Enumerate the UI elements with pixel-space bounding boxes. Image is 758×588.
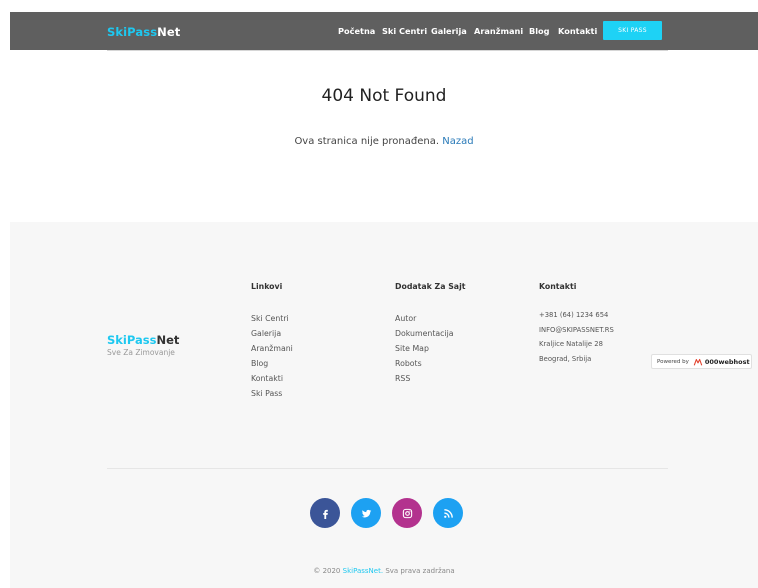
- nav-item-ski-centri[interactable]: Ski Centri: [382, 26, 427, 36]
- powered-by-label: Powered by: [657, 358, 689, 365]
- footer-heading-kontakti: Kontakti: [539, 282, 577, 291]
- ski-pass-button[interactable]: SKI PASS: [603, 21, 662, 40]
- footer-link-ski-pass[interactable]: Ski Pass: [251, 386, 293, 401]
- contact-phone: +381 (64) 1234 654: [539, 311, 609, 319]
- message-text: Ova stranica nije pronađena.: [294, 136, 440, 147]
- footer-link-autor[interactable]: Autor: [395, 311, 454, 326]
- logo-part-skipass: SkiPass: [107, 25, 158, 39]
- footer-extras-list: Autor Dokumentacija Site Map Robots RSS: [395, 311, 454, 386]
- nav-item-kontakti[interactable]: Kontakti: [558, 26, 597, 36]
- footer-link-blog[interactable]: Blog: [251, 356, 293, 371]
- footer-logo-part-net: Net: [156, 333, 180, 347]
- powered-by-badge[interactable]: Powered by 000webhost: [651, 354, 752, 369]
- footer-link-ski-centri[interactable]: Ski Centri: [251, 311, 293, 326]
- top-navbar: SkiPassNet Početna Ski Centri Galerija A…: [10, 12, 758, 50]
- footer-link-galerija[interactable]: Galerija: [251, 326, 293, 341]
- rss-icon: [443, 508, 453, 518]
- footer-link-aranzmani[interactable]: Aranžmani: [251, 341, 293, 356]
- facebook-icon: [322, 509, 328, 519]
- footer-logo-part-skipass: SkiPass: [107, 333, 157, 347]
- header-divider: [107, 50, 668, 51]
- footer-link-kontakti[interactable]: Kontakti: [251, 371, 293, 386]
- footer: SkiPassNet Sve Za Zimovanje Linkovi Ski …: [10, 222, 758, 588]
- site-logo[interactable]: SkiPassNet: [107, 25, 180, 39]
- nav-item-aranzmani[interactable]: Aranžmani: [474, 26, 523, 36]
- copyright-text: Sva prava zadržana: [385, 567, 455, 575]
- copyright-brand-link[interactable]: SkiPassNet.: [343, 567, 383, 575]
- contact-city: Beograd, Srbija: [539, 354, 592, 363]
- instagram-icon: [402, 508, 412, 518]
- footer-heading-dodatak: Dodatak Za Sajt: [395, 282, 466, 291]
- nav-item-blog[interactable]: Blog: [529, 26, 550, 36]
- nav-item-galerija[interactable]: Galerija: [431, 26, 467, 36]
- page: SkiPassNet Početna Ski Centri Galerija A…: [10, 12, 758, 588]
- webhost-logo-icon: [693, 358, 703, 366]
- powered-by-brand: 000webhost: [704, 357, 750, 366]
- twitter-icon: [361, 509, 371, 517]
- not-found-message: Ova stranica nije pronađena. Nazad: [10, 136, 758, 147]
- contact-street: Kraljice Natalije 28: [539, 340, 603, 348]
- rss-button[interactable]: [433, 498, 463, 528]
- instagram-button[interactable]: [392, 498, 422, 528]
- copyright: © 2020 SkiPassNet. Sva prava zadržana: [10, 567, 758, 575]
- footer-heading-linkovi: Linkovi: [251, 282, 283, 291]
- twitter-button[interactable]: [351, 498, 381, 528]
- footer-link-rss[interactable]: RSS: [395, 371, 454, 386]
- footer-tagline: Sve Za Zimovanje: [107, 348, 175, 357]
- page-title: 404 Not Found: [321, 86, 447, 106]
- contact-email: INFO@SKIPASSNET.RS: [539, 325, 614, 334]
- back-link[interactable]: Nazad: [442, 136, 473, 147]
- footer-contact-list: +381 (64) 1234 654 INFO@SKIPASSNET.RS Kr…: [539, 308, 614, 366]
- footer-link-robots[interactable]: Robots: [395, 356, 454, 371]
- logo-part-net: Net: [157, 25, 181, 39]
- footer-divider: [107, 468, 668, 469]
- facebook-button[interactable]: [310, 498, 340, 528]
- footer-link-site-map[interactable]: Site Map: [395, 341, 454, 356]
- nav-item-pocetna[interactable]: Početna: [338, 26, 375, 36]
- footer-logo[interactable]: SkiPassNet: [107, 333, 179, 347]
- footer-links-list: Ski Centri Galerija Aranžmani Blog Konta…: [251, 311, 293, 401]
- copyright-year: © 2020: [313, 567, 341, 575]
- footer-link-dokumentacija[interactable]: Dokumentacija: [395, 326, 454, 341]
